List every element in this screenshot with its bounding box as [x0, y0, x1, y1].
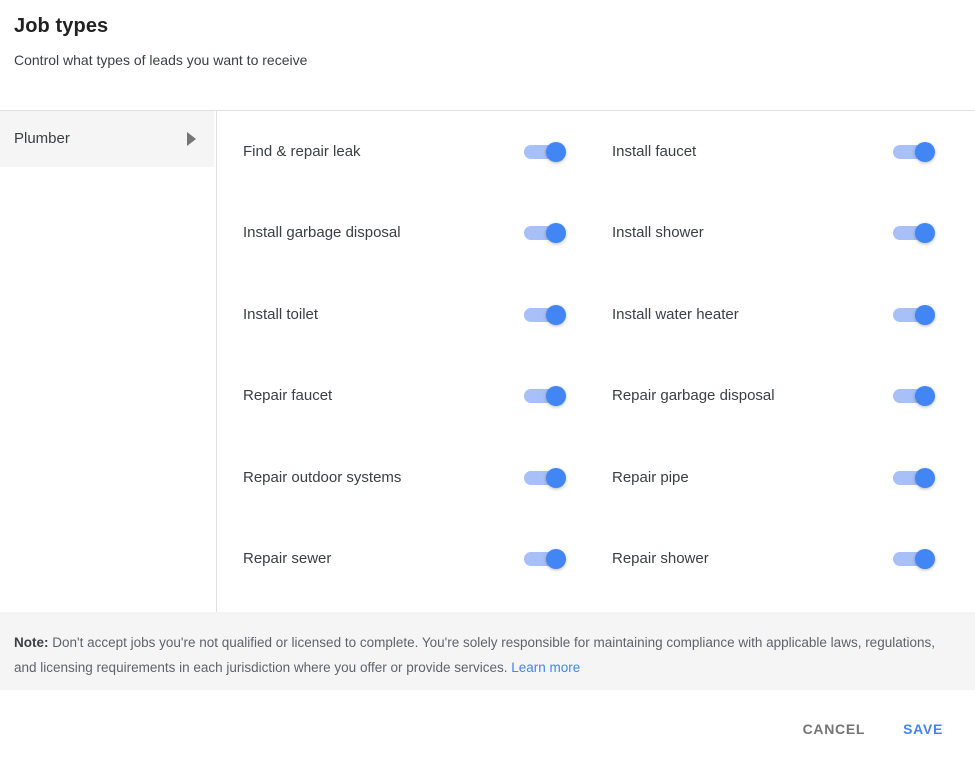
job-type-toggle[interactable]	[893, 304, 937, 325]
job-type-toggle[interactable]	[524, 304, 568, 325]
job-types-column-left: Find & repair leak Install garbage dispo…	[243, 111, 568, 600]
learn-more-link[interactable]: Learn more	[511, 660, 580, 675]
job-type-toggle[interactable]	[893, 141, 937, 162]
toggle-thumb	[546, 386, 566, 407]
job-type-label: Repair shower	[612, 550, 709, 568]
sidebar-item-plumber[interactable]: Plumber	[0, 111, 214, 167]
job-type-toggle[interactable]	[524, 467, 568, 488]
job-types-grid: Find & repair leak Install garbage dispo…	[243, 111, 943, 612]
sidebar-item-label: Plumber	[14, 130, 70, 147]
job-type-toggle[interactable]	[524, 549, 568, 570]
job-type-label: Install garbage disposal	[243, 224, 401, 242]
note-text: Don't accept jobs you're not qualified o…	[14, 635, 935, 675]
save-button[interactable]: SAVE	[887, 713, 959, 745]
job-type-row: Repair faucet	[243, 356, 568, 438]
job-type-row: Repair sewer	[243, 519, 568, 601]
job-type-row: Install water heater	[612, 274, 937, 356]
job-type-label: Repair pipe	[612, 468, 689, 486]
job-types-column-right: Install faucet Install shower Install wa…	[612, 111, 937, 600]
job-type-row: Repair garbage disposal	[612, 356, 937, 438]
job-type-toggle[interactable]	[893, 223, 937, 244]
toggle-thumb	[546, 141, 566, 162]
job-type-row: Install garbage disposal	[243, 193, 568, 275]
toggle-thumb	[915, 467, 935, 488]
job-type-label: Install water heater	[612, 305, 739, 323]
sidebar-divider	[216, 111, 217, 612]
page-header: Job types Control what types of leads yo…	[0, 0, 975, 96]
job-type-toggle[interactable]	[524, 141, 568, 162]
job-type-toggle[interactable]	[524, 223, 568, 244]
page-title: Job types	[14, 15, 109, 37]
toggle-thumb	[915, 386, 935, 407]
dialog-footer: CANCEL SAVE	[0, 690, 975, 767]
toggle-thumb	[915, 141, 935, 162]
job-type-label: Repair sewer	[243, 550, 332, 568]
job-type-row: Repair outdoor systems	[243, 437, 568, 519]
job-type-row: Install faucet	[612, 111, 937, 193]
category-sidebar: Plumber	[0, 111, 214, 612]
job-type-row: Install shower	[612, 193, 937, 275]
toggle-thumb	[915, 304, 935, 325]
job-type-label: Install toilet	[243, 305, 319, 323]
body-area: Plumber Find & repair leak Install garba…	[0, 111, 975, 612]
toggle-thumb	[546, 549, 566, 570]
toggle-thumb	[546, 467, 566, 488]
toggle-thumb	[546, 223, 566, 244]
cancel-button[interactable]: CANCEL	[787, 713, 882, 745]
job-type-toggle[interactable]	[893, 467, 937, 488]
toggle-thumb	[915, 223, 935, 244]
toggle-thumb	[915, 549, 935, 570]
job-type-row: Repair pipe	[612, 437, 937, 519]
job-type-label: Find & repair leak	[243, 142, 361, 160]
arrow-right-icon	[187, 132, 196, 146]
toggle-thumb	[546, 304, 566, 325]
job-type-toggle[interactable]	[893, 386, 937, 407]
page-subtitle: Control what types of leads you want to …	[14, 52, 308, 68]
job-type-label: Repair faucet	[243, 387, 333, 405]
job-type-label: Repair outdoor systems	[243, 468, 402, 486]
note-prefix: Note:	[14, 635, 49, 650]
job-type-toggle[interactable]	[893, 549, 937, 570]
compliance-note: Note: Don't accept jobs you're not quali…	[0, 612, 975, 690]
job-type-label: Install shower	[612, 224, 704, 242]
job-type-toggle[interactable]	[524, 386, 568, 407]
job-type-label: Repair garbage disposal	[612, 387, 775, 405]
job-type-row: Repair shower	[612, 519, 937, 601]
job-type-row: Find & repair leak	[243, 111, 568, 193]
job-type-row: Install toilet	[243, 274, 568, 356]
job-type-label: Install faucet	[612, 142, 697, 160]
